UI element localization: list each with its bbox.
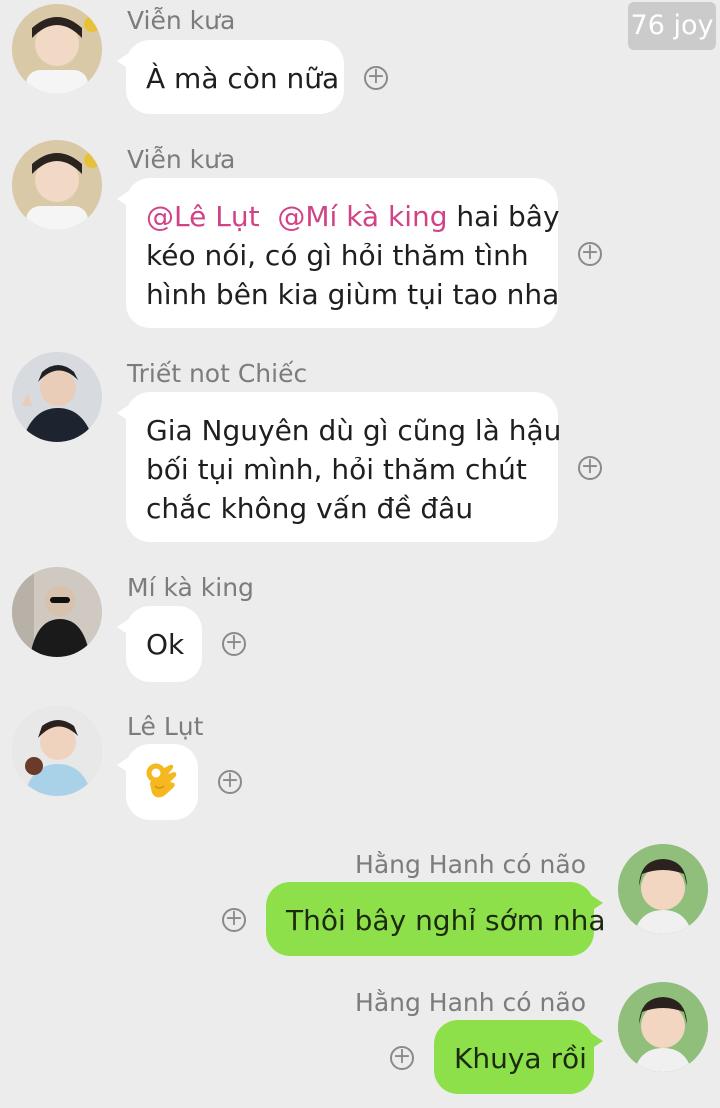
avatar[interactable] xyxy=(12,352,102,442)
add-reaction-icon[interactable] xyxy=(364,66,388,90)
mention-le-lut[interactable]: @Lê Lụt xyxy=(146,200,260,233)
message-text: kéo nói, có gì hỏi thăm tình xyxy=(146,239,529,272)
avatar[interactable] xyxy=(618,844,708,934)
sender-name: Lê Lụt xyxy=(127,712,204,741)
avatar[interactable] xyxy=(618,982,708,1072)
message-text: Ok xyxy=(146,628,185,661)
add-reaction-icon[interactable] xyxy=(578,456,602,480)
sender-name: Triết not Chiếc xyxy=(127,359,308,388)
watermark: 76 joy xyxy=(628,2,716,50)
message-text: Thôi bây nghỉ sớm nha xyxy=(286,904,606,937)
message-bubble[interactable]: Khuya rồi xyxy=(434,1020,603,1094)
message-bubble[interactable]: @Lê Lụt @Mí kà king hai bây kéo nói, có … xyxy=(117,178,560,328)
add-reaction-icon[interactable] xyxy=(218,770,242,794)
sender-name: Mí kà king xyxy=(127,573,254,602)
add-reaction-icon[interactable] xyxy=(222,632,246,656)
add-reaction-icon[interactable] xyxy=(222,908,246,932)
message-bubble[interactable]: Ok xyxy=(117,606,202,682)
avatar[interactable] xyxy=(12,706,102,796)
message-text: chắc không vấn đề đâu xyxy=(146,492,474,525)
ok-hand-emoji xyxy=(144,762,178,800)
add-reaction-icon[interactable] xyxy=(578,242,602,266)
message-text: bối tụi mình, hỏi thăm chút xyxy=(146,453,527,486)
message-bubble[interactable]: Gia Nguyên dù gì cũng là hậu bối tụi mìn… xyxy=(117,392,562,542)
message-text: hình bên kia giùm tụi tao nha xyxy=(146,278,560,311)
sender-name: Viễn kưa xyxy=(127,145,236,174)
message-bubble[interactable] xyxy=(117,744,198,820)
avatar[interactable] xyxy=(12,140,102,230)
message-text: Khuya rồi xyxy=(454,1042,587,1075)
add-reaction-icon[interactable] xyxy=(390,1046,414,1070)
sender-name: Hằng Hanh có não xyxy=(355,850,586,879)
message-bubble[interactable]: Thôi bây nghỉ sớm nha xyxy=(266,882,606,956)
message-bubble[interactable]: À mà còn nữa xyxy=(117,40,344,114)
message-text: À mà còn nữa xyxy=(146,62,340,95)
message-text: Gia Nguyên dù gì cũng là hậu xyxy=(146,414,562,447)
avatar[interactable] xyxy=(12,567,102,657)
message-text: hai bây xyxy=(456,200,560,233)
chat-screen: 76 joy Viễn kưa À mà còn nữa Viễn kưa @L… xyxy=(0,0,720,1108)
message-line: @Lê Lụt @Mí kà king hai bây xyxy=(146,197,560,236)
sender-name: Viễn kưa xyxy=(127,6,236,35)
sender-name: Hằng Hanh có não xyxy=(355,988,586,1017)
avatar[interactable] xyxy=(12,4,102,94)
mention-mi-ka-king[interactable]: @Mí kà king xyxy=(277,200,447,233)
